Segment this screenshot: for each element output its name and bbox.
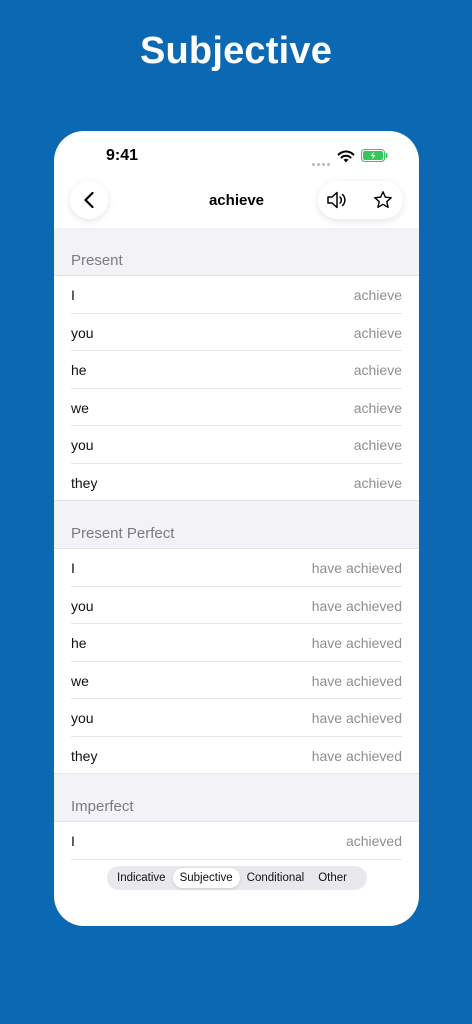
tab-indicative[interactable]: Indicative: [110, 868, 173, 888]
verb-form: have achieved: [311, 747, 402, 764]
list-item: they achieve: [54, 463, 419, 501]
wifi-icon: [337, 150, 355, 163]
speaker-icon: [327, 191, 346, 209]
list-item: Iachieved: [54, 822, 419, 860]
status-time: 9:41: [106, 147, 139, 164]
mood-segmented-control: Indicative Subjective Conditional Other: [107, 866, 367, 890]
verb-form: have achieved: [311, 710, 402, 726]
verb-form: have achieved: [311, 672, 402, 689]
section-header: Present: [54, 228, 419, 276]
status-bar: 9:41: [54, 131, 419, 181]
nav-bar: achieve: [54, 181, 419, 227]
verb-form: have achieved: [311, 597, 402, 614]
list-item: he achieve: [54, 351, 419, 389]
section-header: Imperfect: [54, 774, 419, 822]
signal-dots-icon: [312, 153, 332, 171]
pronoun: he: [71, 362, 87, 378]
list-item: they have achieved: [54, 736, 419, 774]
verb-form: achieve: [353, 399, 402, 416]
pronoun: they: [71, 747, 98, 764]
tab-subjective[interactable]: Subjective: [172, 868, 240, 888]
list-item: Ihave achieved: [54, 549, 419, 587]
verb-form: achieve: [353, 437, 402, 453]
verb-form: achieve: [353, 362, 402, 378]
verb-form: achieve: [353, 287, 402, 303]
hero-title: Subjective: [139, 30, 333, 72]
phone-screen: 9:41 achieve Present I achieve you achie…: [54, 131, 419, 926]
verb-form: have achieved: [311, 560, 402, 576]
pronoun: we: [71, 672, 89, 689]
favorite-button[interactable]: [370, 188, 396, 212]
section-header: Present Perfect: [54, 501, 419, 549]
list-item: he have achieved: [54, 624, 419, 662]
pronoun: I: [71, 833, 75, 849]
tab-conditional[interactable]: Conditional: [240, 868, 312, 888]
verb-form: achieve: [353, 474, 402, 491]
star-icon: [374, 191, 392, 208]
list-item: you have achieved: [54, 699, 419, 737]
list-item: we have achieved: [54, 661, 419, 699]
pronoun: you: [71, 597, 94, 614]
speaker-button[interactable]: [324, 188, 350, 212]
conjugation-list[interactable]: Present Iachieve you achieve he achieve we…: [54, 228, 419, 926]
pronoun: I: [71, 287, 75, 303]
list-item: you achieve: [54, 426, 419, 464]
verb-form: achieved: [345, 833, 402, 849]
nav-actions: [318, 181, 403, 219]
list-item: Iachieve: [54, 276, 419, 314]
pronoun: you: [71, 710, 94, 726]
list-item: you have achieved: [54, 586, 419, 624]
pronoun: he: [71, 635, 87, 651]
tab-other[interactable]: Other: [311, 868, 354, 888]
verb-form: achieve: [353, 324, 402, 341]
battery-icon: [361, 149, 388, 162]
pronoun: you: [71, 324, 94, 341]
list-item: we achieve: [54, 388, 419, 426]
pronoun: you: [71, 437, 94, 453]
pronoun: we: [71, 399, 89, 416]
pronoun: they: [71, 474, 98, 491]
verb-form: have achieved: [311, 635, 402, 651]
pronoun: I: [71, 560, 75, 576]
list-item: you achieve: [54, 313, 419, 351]
